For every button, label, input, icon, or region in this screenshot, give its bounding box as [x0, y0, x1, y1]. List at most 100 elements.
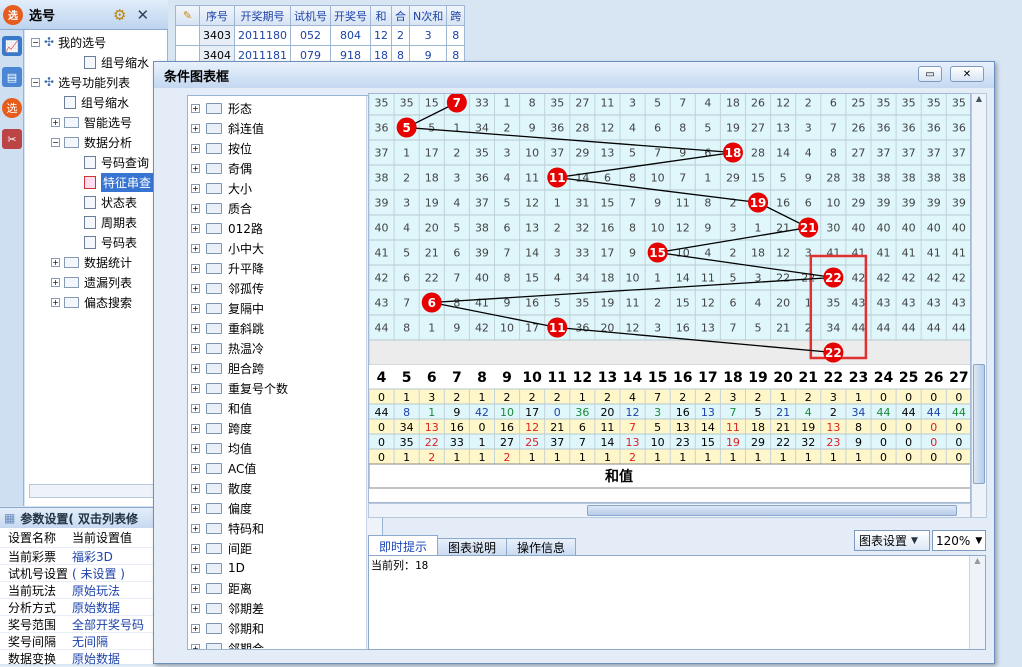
expand-icon[interactable]: + — [51, 257, 60, 267]
info-tab[interactable]: 即时提示 — [368, 535, 439, 556]
tree-item[interactable]: 组号缩水 — [25, 52, 167, 72]
tree-item[interactable]: + 遗漏列表 — [25, 272, 167, 292]
condition-item[interactable]: + 特码和 — [188, 518, 382, 538]
column-header[interactable]: 开奖号 — [330, 5, 371, 26]
expand-icon[interactable]: + — [191, 603, 200, 613]
expand-icon[interactable]: + — [191, 543, 200, 553]
condition-item[interactable]: +012路 — [188, 218, 382, 238]
expand-icon[interactable]: + — [191, 583, 200, 593]
condition-item[interactable]: + 邻期合 — [188, 638, 382, 649]
params-row[interactable]: 分析方式 原始数据 — [0, 599, 168, 616]
collapse-icon[interactable]: − — [51, 137, 60, 147]
expand-icon[interactable]: + — [191, 223, 200, 233]
expand-icon[interactable]: + — [191, 463, 200, 473]
condition-item[interactable]: + 复隔中 — [188, 298, 382, 318]
close-icon[interactable]: ✕ — [136, 6, 149, 24]
expand-icon[interactable]: + — [51, 117, 60, 127]
condition-item[interactable]: + 和值 — [188, 398, 382, 418]
zoom-select[interactable]: 120% ▼ — [932, 530, 986, 551]
expand-icon[interactable]: + — [191, 523, 200, 533]
select-number-icon[interactable]: 选 — [2, 98, 22, 118]
info-tab[interactable]: 图表说明 — [437, 538, 508, 556]
chart-scroll-up-icon[interactable]: ▲ — [972, 94, 986, 109]
condition-item[interactable]: + 斜连值 — [188, 118, 382, 138]
condition-item[interactable]: + 小中大 — [188, 238, 382, 258]
expand-icon[interactable]: + — [191, 623, 200, 633]
params-row[interactable]: 奖号范围 全部开奖号码 — [0, 616, 168, 633]
tree-item[interactable]: 号码查询 — [25, 152, 167, 172]
tree-hscroll[interactable] — [29, 484, 164, 498]
tools-icon[interactable]: ✂ — [2, 129, 22, 149]
tree-item[interactable]: 号码表 — [25, 232, 167, 252]
params-row[interactable]: 当前彩票 福彩3D — [0, 548, 168, 565]
condition-item[interactable]: + 距离 — [188, 578, 382, 598]
collapse-icon[interactable]: − — [31, 77, 40, 87]
expand-icon[interactable]: + — [191, 143, 200, 153]
collapse-icon[interactable]: − — [31, 37, 40, 47]
chart-area[interactable]: 3535157331835271135741826122625353535353… — [368, 93, 971, 503]
column-header[interactable]: 和 — [370, 5, 392, 26]
condition-item[interactable]: + 跨度 — [188, 418, 382, 438]
column-header[interactable]: 跨 — [446, 5, 466, 26]
hint-scroll-up-icon[interactable]: ▲ — [970, 556, 985, 571]
chart-settings-dropdown[interactable]: 图表设置 ▼ — [854, 530, 930, 551]
condition-item[interactable]: + 散度 — [188, 478, 382, 498]
expand-icon[interactable]: + — [51, 277, 60, 287]
tree-item[interactable]: 组号缩水 — [25, 92, 167, 112]
condition-item[interactable]: + 邻期差 — [188, 598, 382, 618]
window-title-bar[interactable]: 条件图表框 ▭ ✕ — [154, 62, 994, 88]
edit-pen-icon[interactable]: ✎ — [175, 5, 200, 26]
column-header[interactable]: 序号 — [199, 5, 235, 26]
params-row[interactable]: 当前玩法 原始玩法 — [0, 582, 168, 599]
expand-icon[interactable]: + — [191, 283, 200, 293]
expand-icon[interactable]: + — [191, 503, 200, 513]
condition-item[interactable]: + 胆合跨 — [188, 358, 382, 378]
column-header[interactable]: 合 — [391, 5, 410, 26]
tree-item[interactable]: − ✣ 我的选号 — [25, 32, 167, 52]
tag-icon[interactable]: ▤ — [2, 67, 22, 87]
condition-item[interactable]: +1D — [188, 558, 382, 578]
expand-icon[interactable]: + — [51, 297, 60, 307]
expand-icon[interactable]: + — [191, 343, 200, 353]
window-close-button[interactable]: ✕ — [950, 66, 984, 82]
params-row[interactable]: 试机号设置( 未设置 ) — [0, 565, 168, 582]
expand-icon[interactable]: + — [191, 303, 200, 313]
tree-item[interactable]: 周期表 — [25, 212, 167, 232]
restore-button[interactable]: ▭ — [918, 66, 942, 82]
expand-icon[interactable]: + — [191, 423, 200, 433]
chart-hscroll[interactable] — [368, 503, 971, 518]
expand-icon[interactable]: + — [191, 483, 200, 493]
chart-icon[interactable]: 📈 — [2, 36, 22, 56]
tree-item[interactable]: 状态表 — [25, 192, 167, 212]
tree-item[interactable]: − ✣ 选号功能列表 — [25, 72, 167, 92]
settings-gear-icon[interactable]: ⚙ — [113, 6, 126, 24]
condition-item[interactable]: + 热温冷 — [188, 338, 382, 358]
table-row[interactable]: 3403 2011180 052 804 12 2 3 8 — [175, 25, 466, 46]
condition-item[interactable]: + 偏度 — [188, 498, 382, 518]
trend-chart[interactable]: 3535157331835271135741826122625353535353… — [369, 94, 971, 503]
condition-item[interactable]: + 大小 — [188, 178, 382, 198]
condition-item[interactable]: + 重斜跳 — [188, 318, 382, 338]
column-header[interactable]: N次和 — [408, 5, 448, 26]
condition-item[interactable]: + 升平降 — [188, 258, 382, 278]
expand-icon[interactable]: + — [191, 103, 200, 113]
expand-icon[interactable]: + — [191, 563, 200, 573]
condition-item[interactable]: + 邻孤传 — [188, 278, 382, 298]
expand-icon[interactable]: + — [191, 383, 200, 393]
expand-icon[interactable]: + — [191, 203, 200, 213]
expand-icon[interactable]: + — [191, 403, 200, 413]
tree-item[interactable]: − 数据分析 — [25, 132, 167, 152]
expand-icon[interactable]: + — [191, 243, 200, 253]
tree-item[interactable]: 特征串查 — [25, 172, 167, 192]
tree-item[interactable]: + 数据统计 — [25, 252, 167, 272]
condition-item[interactable]: + 按位 — [188, 138, 382, 158]
chart-hscroll-thumb[interactable] — [587, 505, 957, 516]
expand-icon[interactable]: + — [191, 123, 200, 133]
column-header[interactable]: 试机号 — [290, 5, 331, 26]
expand-icon[interactable]: + — [191, 323, 200, 333]
condition-item[interactable]: + 重复号个数 — [188, 378, 382, 398]
condition-item[interactable]: + 质合 — [188, 198, 382, 218]
condition-item[interactable]: + 奇偶 — [188, 158, 382, 178]
expand-icon[interactable]: + — [191, 163, 200, 173]
column-header[interactable]: 开奖期号 — [234, 5, 291, 26]
